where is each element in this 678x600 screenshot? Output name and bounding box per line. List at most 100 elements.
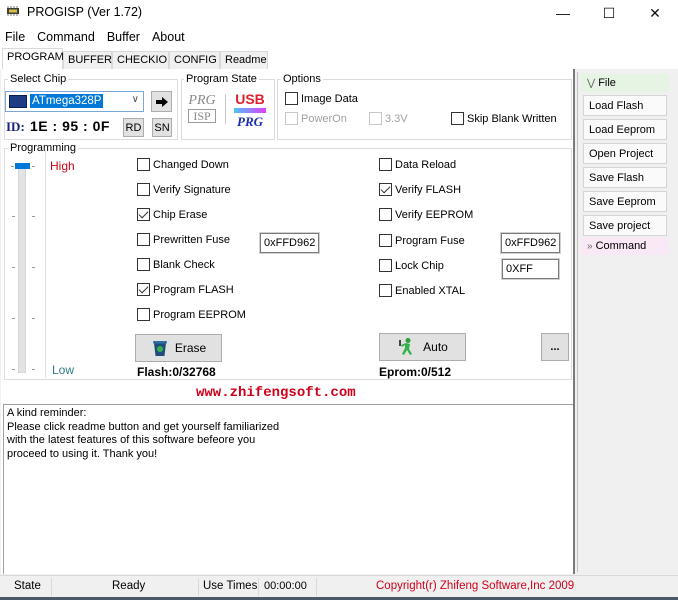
tab-program[interactable]: PROGRAM [2,48,64,69]
checkbox-box [379,183,392,196]
menu-file[interactable]: File [0,30,31,44]
checkbox-label: Image Data [301,92,358,105]
data-reload-checkbox[interactable]: Data Reload [379,158,456,171]
voltage-3v3-checkbox[interactable]: 3.3V [369,112,408,125]
checkbox-box [451,112,464,125]
slider-thumb[interactable] [15,163,30,169]
maximize-button[interactable]: ☐ [586,0,632,26]
checkbox-label: PowerOn [301,112,347,125]
options-label: Options [281,73,323,85]
status-separator [51,578,52,596]
speed-low-label: Low [52,363,75,377]
power-on-checkbox[interactable]: PowerOn [285,112,347,125]
go-chip-button[interactable] [151,91,172,112]
file-header-label: File [598,77,616,89]
checkbox-box [369,112,382,125]
slider-track [18,165,26,373]
side-panel: ⋁ File Load Flash Load Eeprom Open Proje… [577,72,671,572]
checkbox-box [137,233,150,246]
options-group [277,79,572,140]
prewritten-fuse-checkbox[interactable]: Prewritten Fuse [137,233,230,246]
copyright-text: Copyright(r) Zhifeng Software,Inc 2009 [376,580,575,592]
checkbox-label: Program FLASH [153,283,234,296]
progisp-window: PROGISP (Ver 1.72) — ☐ ✕ File Command Bu… [0,0,678,600]
status-separator [198,578,199,596]
checkbox-box [379,208,392,221]
verify-flash-checkbox[interactable]: Verify FLASH [379,183,461,196]
checkbox-box [137,208,150,221]
chip-icon [9,95,27,108]
checkbox-box [285,92,298,105]
open-project-button[interactable]: Open Project [583,143,667,164]
save-eeprom-button[interactable]: Save Eeprom [583,191,667,212]
status-separator [258,578,259,596]
state-label: State [14,580,41,592]
prewritten-fuse-value[interactable]: 0xFFD962 [259,232,320,254]
tab-buffer[interactable]: BUFFER [63,51,112,69]
verify-signature-checkbox[interactable]: Verify Signature [137,183,231,196]
usb-logo-stripe [234,108,266,113]
tab-strip: PROGRAM BUFFER CHECKIO CONFIG Readme [0,48,678,69]
tab-checkio[interactable]: CHECKIO [112,51,169,69]
changed-down-checkbox[interactable]: Changed Down [137,158,229,171]
command-section-header[interactable]: » Command [581,237,669,255]
enabled-xtal-checkbox[interactable]: Enabled XTAL [379,284,465,297]
maximize-icon: ☐ [602,4,616,21]
menu-command[interactable]: Command [31,30,101,44]
program-eeprom-checkbox[interactable]: Program EEPROM [137,308,246,321]
logo-divider [225,94,226,124]
checkbox-label: Blank Check [153,258,215,271]
chip-erase-checkbox[interactable]: Chip Erase [137,208,207,221]
file-section-header[interactable]: ⋁ File [581,74,669,92]
program-state-label: Program State [184,73,259,85]
tab-config[interactable]: CONFIG [169,51,220,69]
lock-chip-checkbox[interactable]: Lock Chip [379,259,444,272]
more-options-button[interactable]: ... [541,333,569,361]
program-fuse-checkbox[interactable]: Program Fuse [379,234,465,247]
minimize-button[interactable]: — [540,0,586,26]
save-flash-button[interactable]: Save Flash [583,167,667,188]
speed-high-label: High [50,159,75,173]
skip-blank-written-checkbox[interactable]: Skip Blank Written [451,112,557,125]
website-link[interactable]: www.zhifengsoft.com [196,385,356,401]
slider-tick [11,166,14,167]
reminder-textbox[interactable]: A kind reminder: Please click readme but… [3,404,573,574]
serial-number-button[interactable]: SN [152,118,172,137]
menu-buffer[interactable]: Buffer [101,30,146,44]
read-id-button[interactable]: RD [123,118,144,137]
checkbox-label: Program Fuse [395,234,465,247]
load-eeprom-button[interactable]: Load Eeprom [583,119,667,140]
load-flash-button[interactable]: Load Flash [583,95,667,116]
slider-tick [12,216,15,217]
slider-tick [32,267,35,268]
checkbox-label: Chip Erase [153,208,208,221]
checkbox-box [137,158,150,171]
title-bar: PROGISP (Ver 1.72) — ☐ ✕ [0,0,678,26]
state-value: Ready [112,580,146,592]
menu-about[interactable]: About [146,30,191,44]
expand-chevron-icon: » [587,240,593,252]
lock-chip-value[interactable]: 0XFF [501,258,560,280]
checkbox-label: Program EEPROM [153,308,246,321]
tab-readme[interactable]: Readme [220,51,268,69]
program-fuse-value[interactable]: 0xFFD962 [500,232,561,254]
checkbox-label: Data Reload [395,158,457,171]
erase-button[interactable]: Erase [135,334,222,362]
flash-status: Flash:0/32768 [137,365,216,379]
save-project-button[interactable]: Save project [583,215,667,236]
image-data-checkbox[interactable]: Image Data [285,92,358,105]
menu-bar: File Command Buffer About [0,26,678,48]
chip-select-dropdown[interactable]: ATmega328P ∨ [5,91,144,112]
auto-button[interactable]: Auto [379,333,466,361]
checkbox-box [379,284,392,297]
auto-label: Auto [423,340,448,354]
verify-eeprom-checkbox[interactable]: Verify EEPROM [379,208,473,221]
checkbox-label: 3.3V [385,112,408,125]
checkbox-box [379,158,392,171]
close-button[interactable]: ✕ [632,0,678,26]
programming-label: Programming [8,142,79,154]
blank-check-checkbox[interactable]: Blank Check [137,258,215,271]
window-title: PROGISP (Ver 1.72) [27,5,143,19]
slider-divider [45,150,46,378]
program-flash-checkbox[interactable]: Program FLASH [137,283,234,296]
